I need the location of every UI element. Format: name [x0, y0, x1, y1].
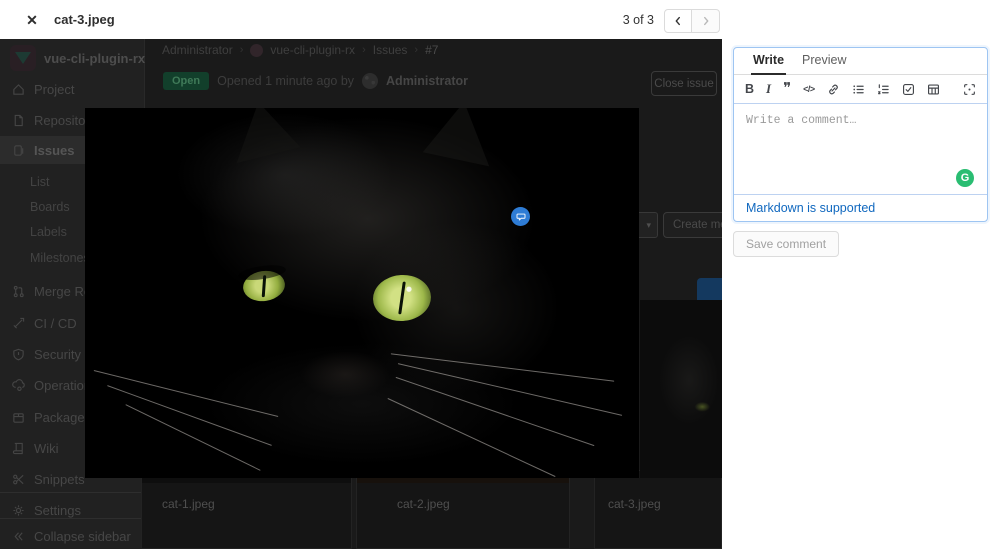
status-badge: Open: [163, 72, 210, 90]
link-icon[interactable]: [827, 83, 840, 96]
double-chevron-left-icon: [14, 531, 23, 541]
gear-icon: [13, 504, 24, 516]
design-image-cat-3: [85, 108, 639, 478]
collapse-sidebar-button[interactable]: Collapse sidebar: [0, 524, 145, 548]
cloud-gear-icon: [12, 378, 25, 391]
project-title: vue-cli-plugin-rx: [44, 51, 146, 66]
close-viewer-button[interactable]: ✕: [20, 8, 44, 32]
viewer-topbar: ✕ cat-3.jpeg 3 of 3: [0, 0, 1000, 39]
comment-textarea[interactable]: [734, 104, 987, 194]
create-merge-request-button[interactable]: Create merge request: [663, 212, 722, 238]
design-filename-3[interactable]: cat-3.jpeg: [608, 497, 661, 511]
numbered-list-icon[interactable]: [877, 83, 890, 96]
code-icon[interactable]: </>: [803, 84, 815, 94]
breadcrumb: Administrator › vue-cli-plugin-rx › Issu…: [162, 43, 438, 57]
home-icon: [13, 83, 24, 95]
bullet-list-icon[interactable]: [852, 83, 865, 96]
save-comment-button[interactable]: Save comment: [733, 231, 840, 257]
sidebar-item-project[interactable]: Project: [0, 77, 145, 101]
project-logo-icon: [250, 43, 264, 57]
merge-request-icon: [13, 285, 24, 297]
design-thumb-3: [640, 300, 722, 478]
shield-icon: [13, 348, 24, 360]
sidebar-divider: [0, 492, 145, 493]
breadcrumb-issues[interactable]: Issues: [373, 43, 408, 57]
next-design-button[interactable]: [692, 9, 720, 33]
vue-logo-icon: [15, 52, 31, 64]
design-counter: 3 of 3: [622, 13, 654, 27]
chevron-down-icon: ▾: [646, 219, 651, 230]
design-viewer: vue-cli-plugin-rx Project Repository Iss…: [0, 0, 1000, 549]
table-icon[interactable]: [927, 83, 940, 96]
issues-icon: [14, 144, 24, 156]
comment-panel: Write Preview B I ❞ </> Write a comment……: [722, 0, 1000, 549]
package-icon: [13, 412, 24, 423]
black-cat-photo: [85, 108, 639, 478]
bold-icon[interactable]: B: [745, 82, 754, 96]
quote-icon[interactable]: ❞: [783, 81, 791, 96]
comment-bubble-icon: [516, 213, 525, 220]
design-filename-1[interactable]: cat-1.jpeg: [162, 497, 215, 511]
italic-icon[interactable]: I: [766, 81, 771, 97]
design-filename-2[interactable]: cat-2.jpeg: [397, 497, 450, 511]
breadcrumb-issue-id: #7: [425, 43, 439, 57]
markdown-editor: Write Preview B I ❞ </> Write a comment……: [733, 47, 988, 222]
project-avatar: [10, 45, 36, 71]
sidebar-divider: [0, 518, 145, 519]
book-icon: [12, 442, 23, 454]
design-comment-pin[interactable]: [511, 207, 530, 226]
rocket-icon: [13, 317, 25, 329]
grammarly-icon[interactable]: G: [956, 169, 974, 187]
breadcrumb-project[interactable]: vue-cli-plugin-rx: [270, 43, 355, 57]
viewer-filename: cat-3.jpeg: [54, 12, 115, 27]
breadcrumb-separator: ›: [414, 44, 419, 56]
issue-status-row: Open Opened 1 minute ago by Administrato…: [163, 72, 468, 90]
previous-design-button[interactable]: [664, 9, 692, 33]
file-icon: [14, 114, 23, 126]
close-issue-button[interactable]: Close issue: [651, 71, 717, 96]
editor-tabs: Write Preview: [734, 48, 987, 75]
author-name[interactable]: Administrator: [386, 74, 468, 88]
author-avatar: [362, 73, 379, 89]
full-screen-icon[interactable]: [963, 83, 976, 96]
comment-input-area: G: [734, 104, 987, 194]
markdown-toolbar: B I ❞ </>: [734, 75, 987, 104]
markdown-supported-link[interactable]: Markdown is supported: [746, 201, 875, 215]
tab-preview[interactable]: Preview: [802, 53, 846, 74]
chevron-right-icon: [703, 16, 708, 26]
editor-footer: Markdown is supported: [734, 194, 987, 221]
breadcrumb-administrator[interactable]: Administrator: [162, 43, 233, 57]
chevron-left-icon: [675, 16, 680, 26]
snippet-icon: [13, 474, 24, 484]
task-list-icon[interactable]: [902, 83, 915, 96]
breadcrumb-separator: ›: [239, 44, 244, 56]
breadcrumb-separator: ›: [362, 44, 366, 56]
design-navigation: [664, 9, 720, 33]
tab-write[interactable]: Write: [750, 53, 787, 75]
